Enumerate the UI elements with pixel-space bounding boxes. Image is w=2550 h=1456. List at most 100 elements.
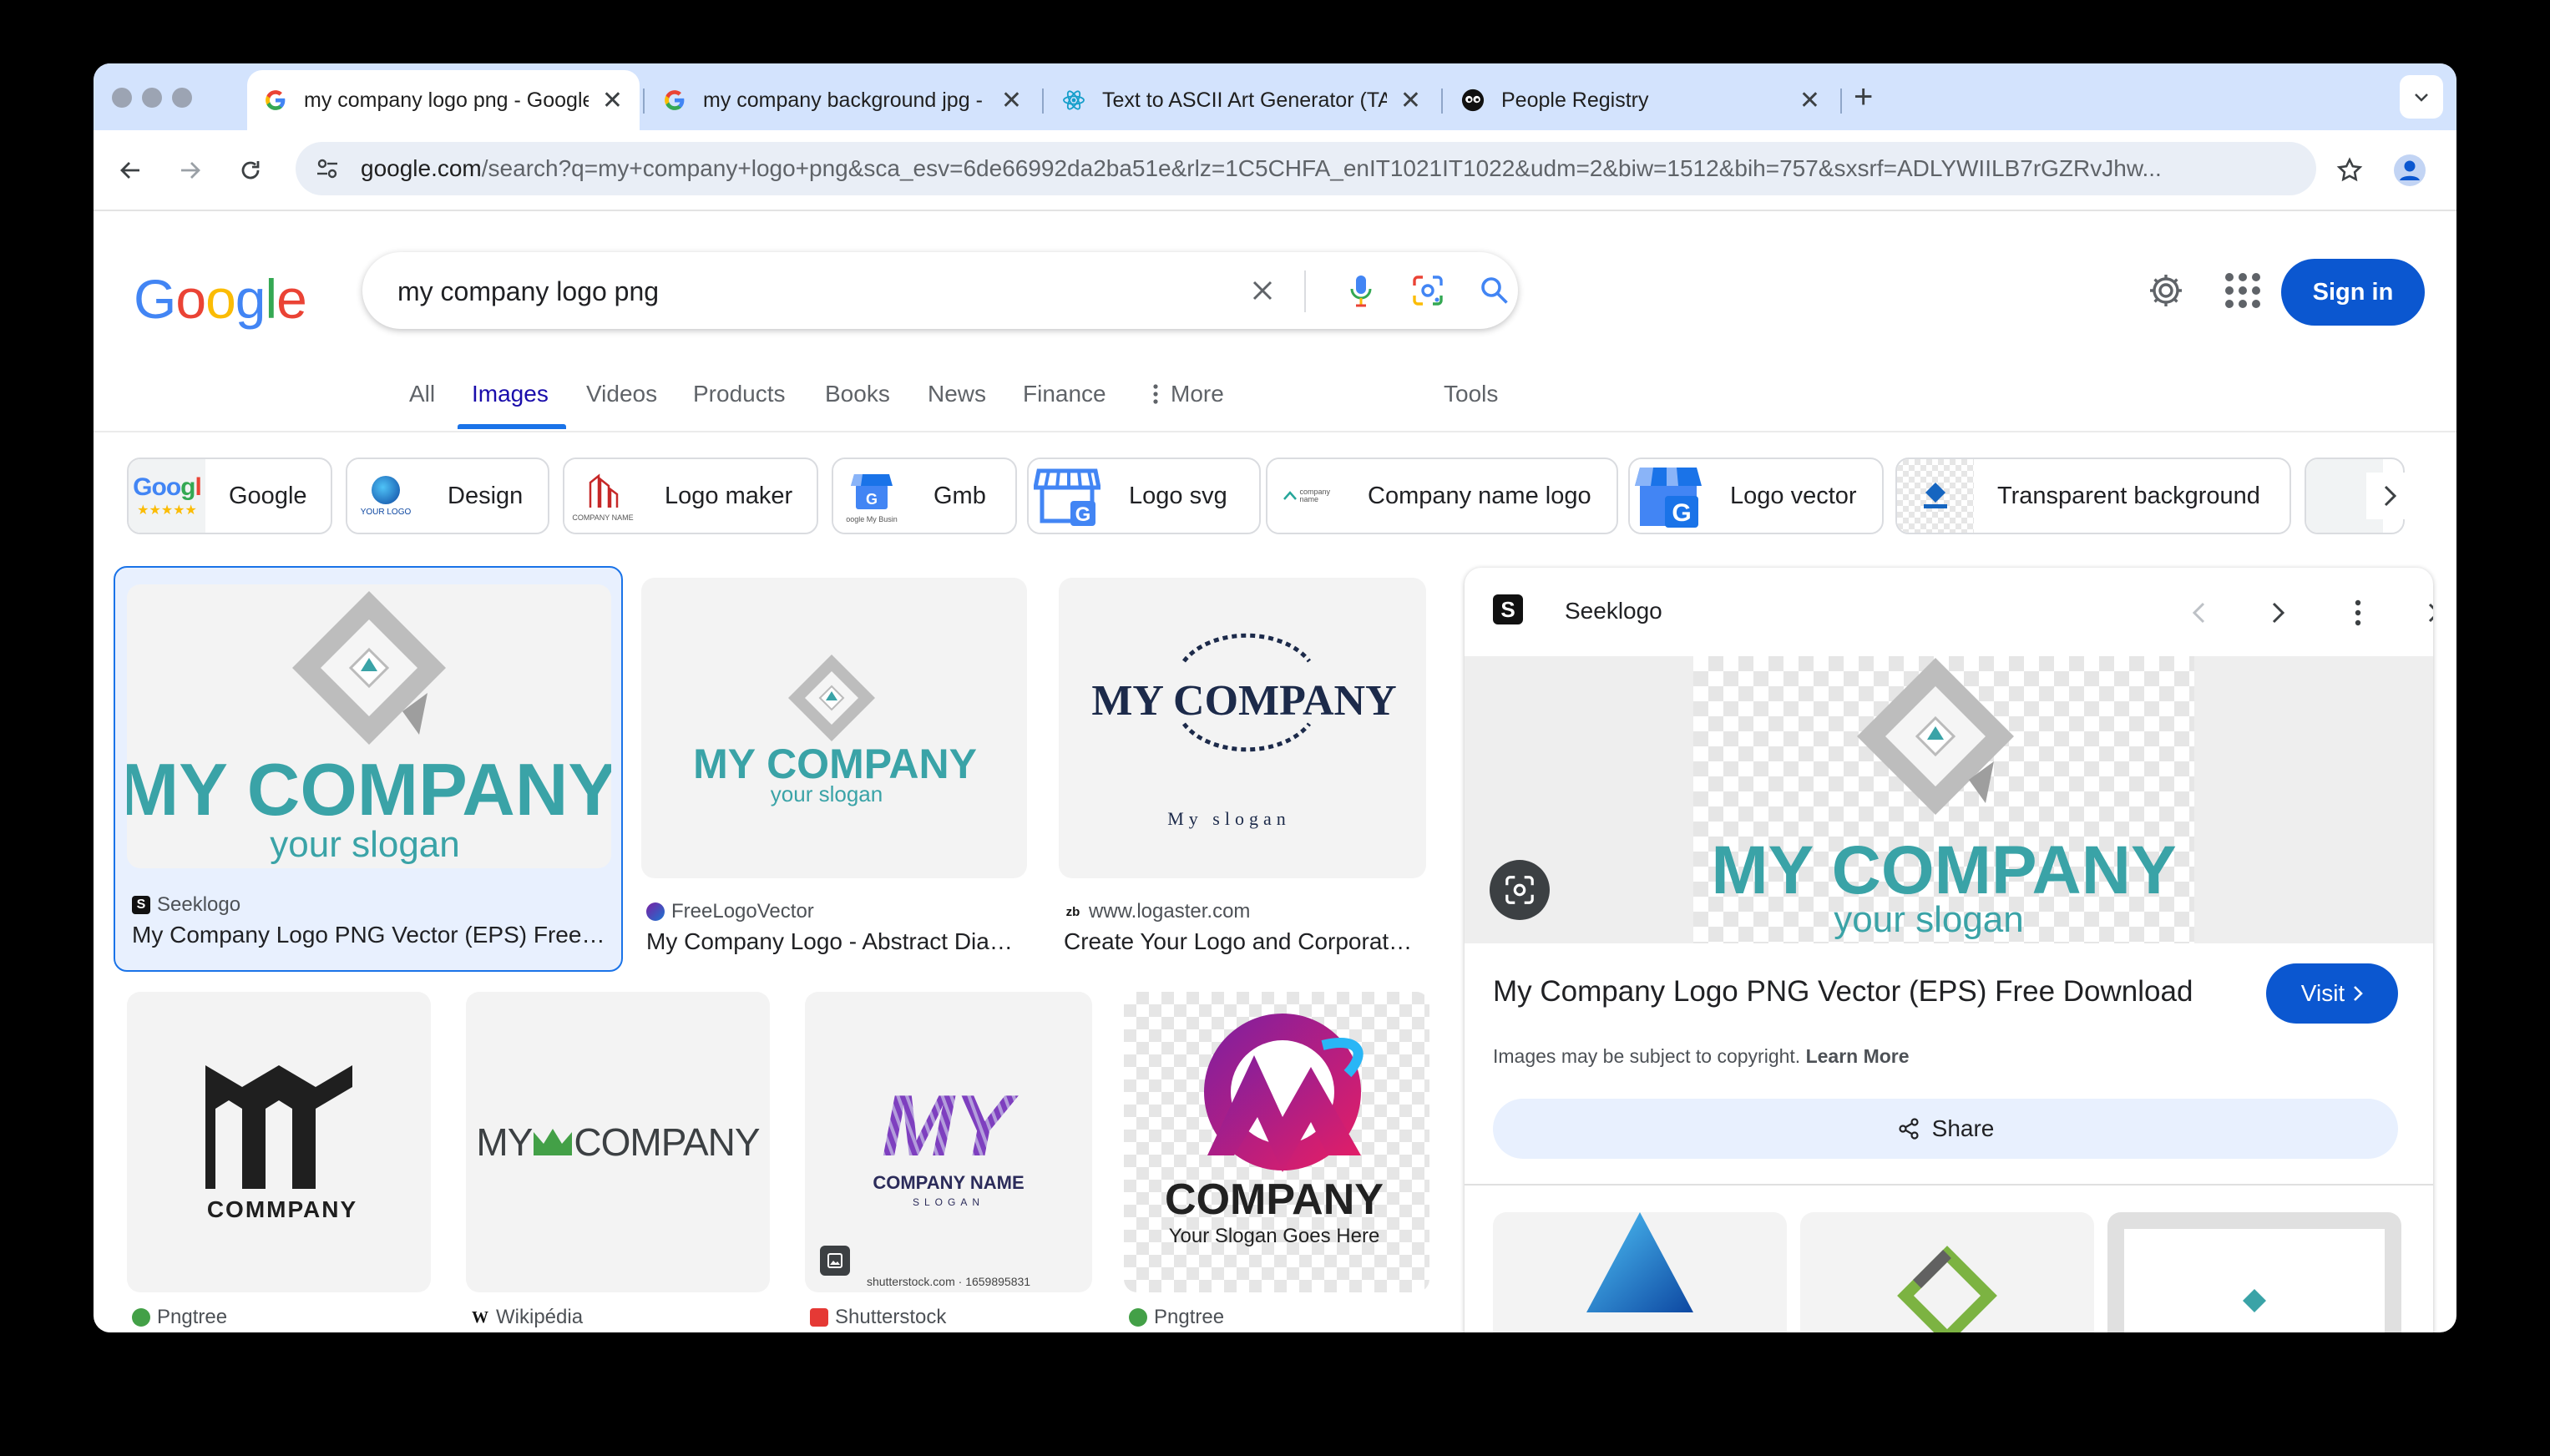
tab-more[interactable]: More <box>1152 381 1224 407</box>
tab-ascii-art-generator[interactable]: Text to ASCII Art Generator (TAAG) ✕ <box>1045 70 1438 130</box>
star-icon <box>2336 157 2363 182</box>
result-source: zb www.logaster.com <box>1064 900 1250 923</box>
result-caption[interactable]: Create Your Logo and Corporate Identity <box>1064 928 1424 955</box>
tab-books[interactable]: Books <box>825 381 890 407</box>
image-result-pngtree-1[interactable]: COMMPANY Pngtree <box>127 992 431 1332</box>
new-tab-icon[interactable]: + <box>1854 80 1873 114</box>
chevron-down-icon <box>2415 94 2428 102</box>
tab-people-registry[interactable]: People Registry ✕ <box>1444 70 1837 130</box>
chevron-right-icon <box>2272 602 2285 624</box>
more-options-button[interactable] <box>2338 593 2378 633</box>
close-window-dot[interactable] <box>112 88 132 108</box>
google-g-icon <box>663 88 686 112</box>
result-image: MY COMPANY your slogan <box>641 578 1027 878</box>
preview-site-name[interactable]: Seeklogo <box>1565 598 1662 624</box>
back-button[interactable] <box>110 150 150 190</box>
settings-gear-icon[interactable] <box>2144 269 2188 312</box>
bookmark-button[interactable] <box>2330 150 2370 190</box>
address-bar[interactable]: google.com/search?q=my+company+logo+png&… <box>296 142 2316 195</box>
url-text[interactable]: google.com/search?q=my+company+logo+png&… <box>361 155 2281 182</box>
result-slogan-text: My slogan <box>1167 808 1291 829</box>
seeklogo-favicon: S <box>132 896 150 914</box>
profile-button[interactable] <box>2390 150 2430 190</box>
browser-menu-button[interactable] <box>2440 150 2456 190</box>
visit-button[interactable]: Visit <box>2266 963 2398 1024</box>
image-result-seeklogo[interactable]: MY COMPANY your slogan S Seeklogo My Comp… <box>114 566 623 972</box>
image-result-pngtree-2[interactable]: COMPANY Your Slogan Goes Here Pngtree <box>1124 992 1429 1332</box>
pngtree-favicon <box>132 1308 150 1327</box>
related-image[interactable] <box>2107 1212 2401 1332</box>
close-tab-icon[interactable]: ✕ <box>1400 86 1421 115</box>
search-divider <box>1304 270 1306 312</box>
chip-logo-vector[interactable]: G Logo vector <box>1628 458 1884 534</box>
chip-google[interactable]: Googl ★★★★★ Google <box>127 458 332 534</box>
image-badge-icon <box>820 1246 850 1276</box>
clear-search-icon[interactable] <box>1244 272 1281 309</box>
result-logo-text-a: MY <box>476 1120 533 1164</box>
minimize-window-dot[interactable] <box>142 88 162 108</box>
learn-more-link[interactable]: Learn More <box>1806 1045 1910 1067</box>
share-button[interactable]: Share <box>1493 1099 2398 1159</box>
google-lens-icon <box>1505 876 1534 904</box>
result-caption[interactable]: My Company Logo PNG Vector (EPS) Free Do… <box>132 922 608 948</box>
tab-videos[interactable]: Videos <box>586 381 657 407</box>
tab-search-button[interactable] <box>2400 75 2443 119</box>
chip-logo-maker[interactable]: COMPANY NAME Logo maker <box>563 458 818 534</box>
eyes-icon <box>1461 88 1485 112</box>
transparent-background: MY COMPANY your slogan <box>1693 656 2194 943</box>
chip-company-name-logo[interactable]: company name Company name logo <box>1266 458 1618 534</box>
google-logo[interactable]: Google <box>134 267 307 331</box>
tab-products[interactable]: Products <box>693 381 786 407</box>
close-tab-icon[interactable]: ✕ <box>602 86 623 115</box>
chevron-right-icon <box>2384 485 2397 507</box>
result-source-label: Pngtree <box>157 1306 228 1328</box>
preview-title[interactable]: My Company Logo PNG Vector (EPS) Free Do… <box>1493 975 2193 1009</box>
share-icon <box>1899 1118 1919 1140</box>
result-slogan-text: your slogan <box>270 824 459 865</box>
tab-images[interactable]: Images <box>472 381 549 407</box>
previous-result-button[interactable] <box>2179 593 2219 633</box>
tab-google-search-logo[interactable]: my company logo png - Google Search ✕ <box>247 70 640 130</box>
microphone-icon[interactable] <box>1343 272 1379 309</box>
google-apps-icon[interactable] <box>2221 269 2264 312</box>
chip-gmb[interactable]: Google My Busin Gmb <box>832 458 1017 534</box>
chip-design[interactable]: YOUR LOGO Design <box>346 458 549 534</box>
result-slogan-text: SLOGAN <box>913 1196 984 1208</box>
search-icon[interactable] <box>1476 272 1513 309</box>
tab-finance[interactable]: Finance <box>1023 381 1106 407</box>
search-image-lens-button[interactable] <box>1490 860 1550 920</box>
result-caption[interactable]: My Company Logo - Abstract Diamond <box>646 928 1020 955</box>
next-result-button[interactable] <box>2258 593 2298 633</box>
tab-all[interactable]: All <box>409 381 435 407</box>
tab-title: my company background jpg - Google Searc… <box>703 88 988 112</box>
forward-button[interactable] <box>170 150 210 190</box>
zoom-window-dot[interactable] <box>172 88 192 108</box>
google-lens-icon[interactable] <box>1409 272 1446 309</box>
image-result-wikipedia[interactable]: MY COMPANY W Wikipédia <box>466 992 770 1332</box>
reload-button[interactable] <box>230 150 271 190</box>
image-result-freelogovector[interactable]: MY COMPANY your slogan FreeLogoVector My… <box>641 578 1027 978</box>
result-logo-text: MY <box>882 1078 1019 1175</box>
preview-image[interactable]: MY COMPANY your slogan <box>1465 656 2433 943</box>
chip-label: Logo vector <box>1730 482 1857 509</box>
tools-button[interactable]: Tools <box>1444 381 1498 407</box>
related-image[interactable] <box>1800 1212 2094 1332</box>
chip-logo-svg[interactable]: G Logo svg <box>1027 458 1261 534</box>
tab-google-search-background[interactable]: my company background jpg - Google Searc… <box>646 70 1039 130</box>
copyright-text: Images may be subject to copyright. <box>1493 1045 1801 1067</box>
related-image[interactable] <box>1493 1212 1787 1332</box>
tab-news[interactable]: News <box>928 381 986 407</box>
chips-next-button[interactable] <box>2366 473 2413 519</box>
chip-transparent-background[interactable]: Transparent background <box>1895 458 2291 534</box>
close-tab-icon[interactable]: ✕ <box>1799 86 1820 115</box>
close-tab-icon[interactable]: ✕ <box>1001 86 1022 115</box>
image-result-logaster[interactable]: MY COMPANY My slogan zb www.logaster.com … <box>1059 578 1426 978</box>
search-input[interactable] <box>396 265 1184 317</box>
site-settings-icon[interactable] <box>312 154 342 184</box>
share-label: Share <box>1931 1115 1995 1141</box>
chip-thumbnail: G <box>1630 459 1707 533</box>
sign-in-button[interactable]: Sign in <box>2281 259 2425 326</box>
chip-thumbnail: Googl ★★★★★ <box>129 459 205 533</box>
close-preview-button[interactable] <box>2418 593 2433 633</box>
image-result-shutterstock[interactable]: MY COMPANY NAME SLOGAN shutterstock.com … <box>805 992 1092 1332</box>
